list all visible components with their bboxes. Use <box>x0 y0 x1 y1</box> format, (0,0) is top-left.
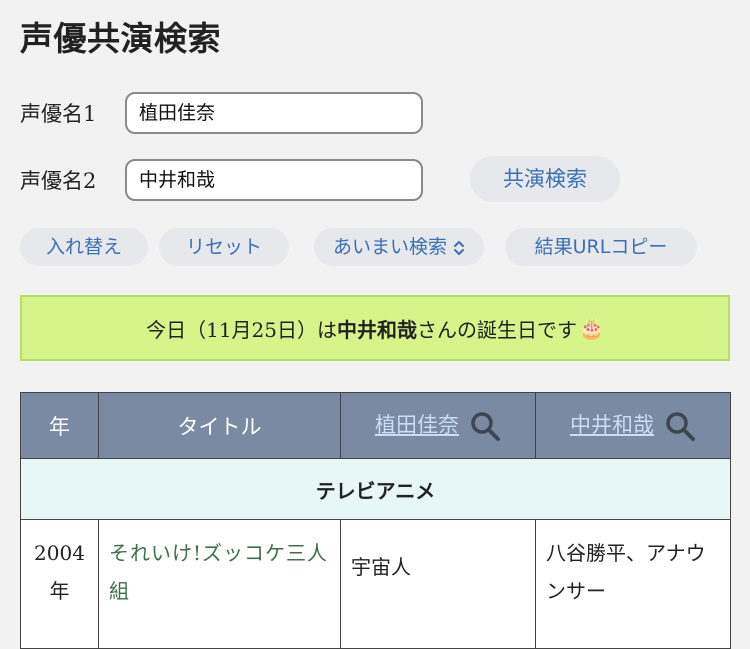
year-cell: 2004年 <box>20 519 99 649</box>
voice-actor-1-label: 声優名1 <box>20 102 97 126</box>
voice-actor-1-input[interactable]: 植田佳奈 <box>125 92 423 134</box>
voice-actor-1-row: 声優名1 植田佳奈 <box>20 92 423 134</box>
voice-actor-2-label: 声優名2 <box>20 169 97 193</box>
chevron-up-down-icon <box>454 240 464 255</box>
fuzzy-search-toggle[interactable]: あいまい検索 <box>314 228 484 266</box>
section-label: テレビアニメ <box>20 458 731 520</box>
title-cell[interactable]: それいけ!ズッコケ三人組 <box>98 519 341 649</box>
banner-prefix: 今日（11月25日）は <box>146 317 337 342</box>
reset-button[interactable]: リセット <box>159 228 289 266</box>
birthday-banner: 今日（11月25日）は 中井和哉 さんの誕生日です 🎂 <box>20 295 730 361</box>
voice-actor-2-input[interactable]: 中井和哉 <box>125 159 423 201</box>
fuzzy-search-label: あいまい検索 <box>332 236 447 258</box>
swap-button[interactable]: 入れ替え <box>20 228 148 266</box>
banner-name: 中井和哉 <box>337 317 417 342</box>
actor2-role-cell: 八谷勝平、アナウンサー <box>535 519 731 649</box>
results-table: 年 タイトル 植田佳奈 中井和哉 テレビアニメ 2004年 それいけ!ズッコケ三… <box>20 392 731 649</box>
costar-search-button[interactable]: 共演検索 <box>470 156 620 202</box>
actor1-role-cell: 宇宙人 <box>340 519 536 649</box>
birthday-cake-icon: 🎂 <box>579 316 604 340</box>
section-row: テレビアニメ <box>20 458 731 520</box>
actor2-header: 中井和哉 <box>535 392 731 459</box>
voice-actor-2-row: 声優名2 中井和哉 <box>20 159 423 201</box>
year-header: 年 <box>20 392 99 459</box>
actor2-link[interactable]: 中井和哉 <box>570 413 654 437</box>
actor1-link[interactable]: 植田佳奈 <box>375 413 459 437</box>
banner-suffix: さんの誕生日です <box>417 317 577 342</box>
search-icon[interactable] <box>469 410 501 442</box>
search-icon[interactable] <box>664 410 696 442</box>
page-title: 声優共演検索 <box>20 19 221 58</box>
table-row: 2004年 それいけ!ズッコケ三人組 宇宙人 八谷勝平、アナウンサー <box>20 519 731 649</box>
actor1-header: 植田佳奈 <box>340 392 536 459</box>
copy-result-url-button[interactable]: 結果URLコピー <box>505 228 697 266</box>
table-header-row: 年 タイトル 植田佳奈 中井和哉 <box>20 392 731 459</box>
title-header: タイトル <box>98 392 341 459</box>
